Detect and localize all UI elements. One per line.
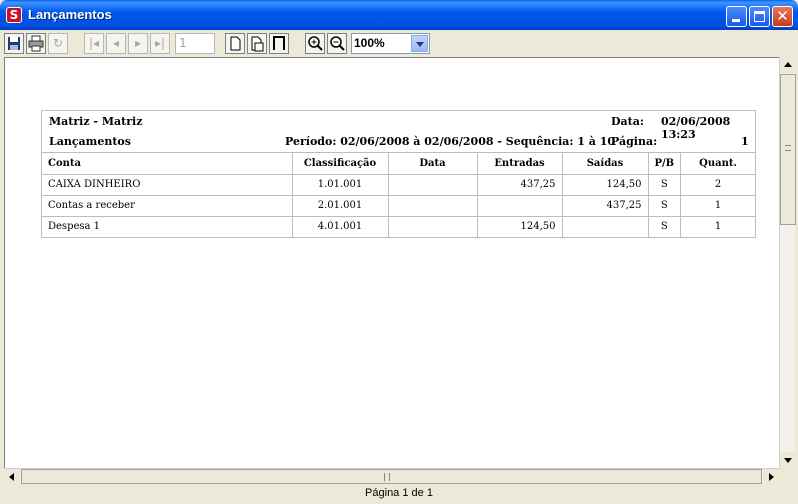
cell-quant: 1	[680, 195, 755, 217]
cell-quant: 2	[680, 174, 755, 196]
save-button[interactable]	[4, 33, 24, 54]
column-header: P/B	[648, 153, 682, 175]
save-icon	[5, 34, 23, 53]
two-pages-icon	[248, 34, 266, 53]
scroll-up-icon[interactable]	[780, 57, 796, 73]
zoom-out-button[interactable]	[327, 33, 347, 54]
company-name: Matriz - Matriz	[49, 115, 143, 128]
refresh-button[interactable]: ↻	[48, 33, 68, 54]
last-page-button[interactable]: ▸|	[150, 33, 170, 54]
zoom-in-button[interactable]	[305, 33, 325, 54]
cell-pb: S	[648, 216, 682, 237]
zoom-select[interactable]: 100%	[351, 33, 430, 54]
period-info: Período: 02/06/2008 à 02/06/2008 - Sequê…	[285, 135, 616, 148]
report: Matriz - Matriz Data: 02/06/2008 13:23 L…	[41, 110, 756, 238]
cell-saidas: 124,50	[562, 174, 649, 196]
preview-area[interactable]: Matriz - Matriz Data: 02/06/2008 13:23 L…	[4, 57, 779, 468]
vertical-scroll-thumb[interactable]	[780, 74, 796, 225]
first-page-button[interactable]: |◂	[84, 33, 104, 54]
cell-entradas: 124,50	[477, 216, 563, 237]
two-pages-button[interactable]	[247, 33, 267, 54]
single-page-icon	[226, 34, 244, 53]
grip-icon	[785, 145, 791, 151]
cell-data	[388, 195, 478, 217]
cell-classificacao: 2.01.001	[292, 195, 389, 217]
cell-saidas	[562, 216, 649, 237]
horizontal-scrollbar[interactable]	[4, 468, 779, 485]
column-header: Data	[388, 153, 478, 175]
zoom-in-icon	[306, 34, 324, 53]
first-page-icon: |◂	[88, 36, 100, 50]
cell-conta: Despesa 1	[42, 216, 293, 237]
table-row: Contas a receber 2.01.001 437,25 S 1	[42, 195, 755, 217]
page-width-button[interactable]	[269, 33, 289, 54]
cell-quant: 1	[714, 221, 722, 233]
single-page-button[interactable]	[225, 33, 245, 54]
date-label: Data:	[611, 115, 644, 128]
print-button[interactable]	[26, 33, 46, 54]
report-header: Matriz - Matriz Data: 02/06/2008 13:23 L…	[42, 111, 755, 153]
maximize-button[interactable]	[749, 6, 770, 27]
vertical-scrollbar[interactable]	[779, 57, 796, 468]
report-page: Matriz - Matriz Data: 02/06/2008 13:23 L…	[5, 58, 778, 467]
app-icon: S	[6, 7, 22, 23]
cell-data	[388, 216, 478, 237]
grip-icon	[384, 473, 390, 481]
next-page-icon: ▸	[134, 36, 142, 50]
close-button[interactable]: ✕	[772, 6, 793, 27]
cell-entradas: 437,25	[477, 174, 563, 196]
print-icon	[27, 34, 45, 53]
column-header: Conta	[42, 153, 293, 175]
cell-pb: S	[648, 195, 682, 217]
column-header: Classificação	[292, 153, 389, 175]
refresh-icon: ↻	[52, 36, 64, 50]
scroll-down-icon[interactable]	[780, 452, 796, 468]
next-page-button[interactable]: ▸	[128, 33, 148, 54]
report-table: Conta Classificação Data Entradas Saídas…	[42, 153, 755, 237]
cell-classificacao: 4.01.001	[292, 216, 389, 237]
horizontal-scroll-thumb[interactable]	[21, 469, 762, 484]
page-number-input[interactable]: 1	[175, 33, 215, 54]
report-title: Lançamentos	[49, 135, 131, 148]
cell-conta: Contas a receber	[42, 195, 293, 217]
maximize-icon	[754, 11, 765, 22]
zoom-out-icon	[328, 34, 346, 53]
column-header: Quant.	[680, 153, 755, 175]
table-header-row: Conta Classificação Data Entradas Saídas…	[42, 153, 755, 175]
zoom-value: 100%	[354, 36, 385, 50]
page-width-icon	[270, 34, 288, 53]
chevron-down-icon[interactable]	[411, 35, 428, 52]
close-icon: ✕	[776, 7, 789, 25]
prev-page-button[interactable]: ◂	[106, 33, 126, 54]
table-row: CAIXA DINHEIRO 1.01.001 437,25 124,50 S …	[42, 174, 755, 196]
minimize-icon	[732, 19, 740, 22]
cell-entradas	[477, 195, 563, 217]
cell-conta: CAIXA DINHEIRO	[42, 174, 293, 196]
minimize-button[interactable]	[726, 6, 747, 27]
title-bar[interactable]: S Lançamentos ✕	[0, 0, 798, 30]
column-header: Saídas	[562, 153, 649, 175]
cell-saidas: 437,25	[562, 195, 649, 217]
page-label: Página:	[611, 135, 658, 148]
cell-data	[388, 174, 478, 196]
page-value: 1	[741, 135, 749, 148]
prev-page-icon: ◂	[112, 36, 120, 50]
toolbar: ↻ |◂ ◂ ▸ ▸| 1 100%	[4, 31, 794, 57]
cell-pb: S	[648, 174, 682, 196]
scrollbar-corner	[779, 468, 795, 484]
column-header: Entradas	[477, 153, 563, 175]
scroll-right-icon[interactable]	[763, 469, 779, 485]
status-bar: Página 1 de 1	[365, 487, 433, 499]
table-row: Despesa 1 4.01.001 124,50 S 1	[42, 216, 755, 237]
scroll-left-icon[interactable]	[4, 469, 20, 485]
cell-classificacao: 1.01.001	[292, 174, 389, 196]
window-title: Lançamentos	[28, 7, 112, 22]
last-page-icon: ▸|	[154, 36, 166, 50]
